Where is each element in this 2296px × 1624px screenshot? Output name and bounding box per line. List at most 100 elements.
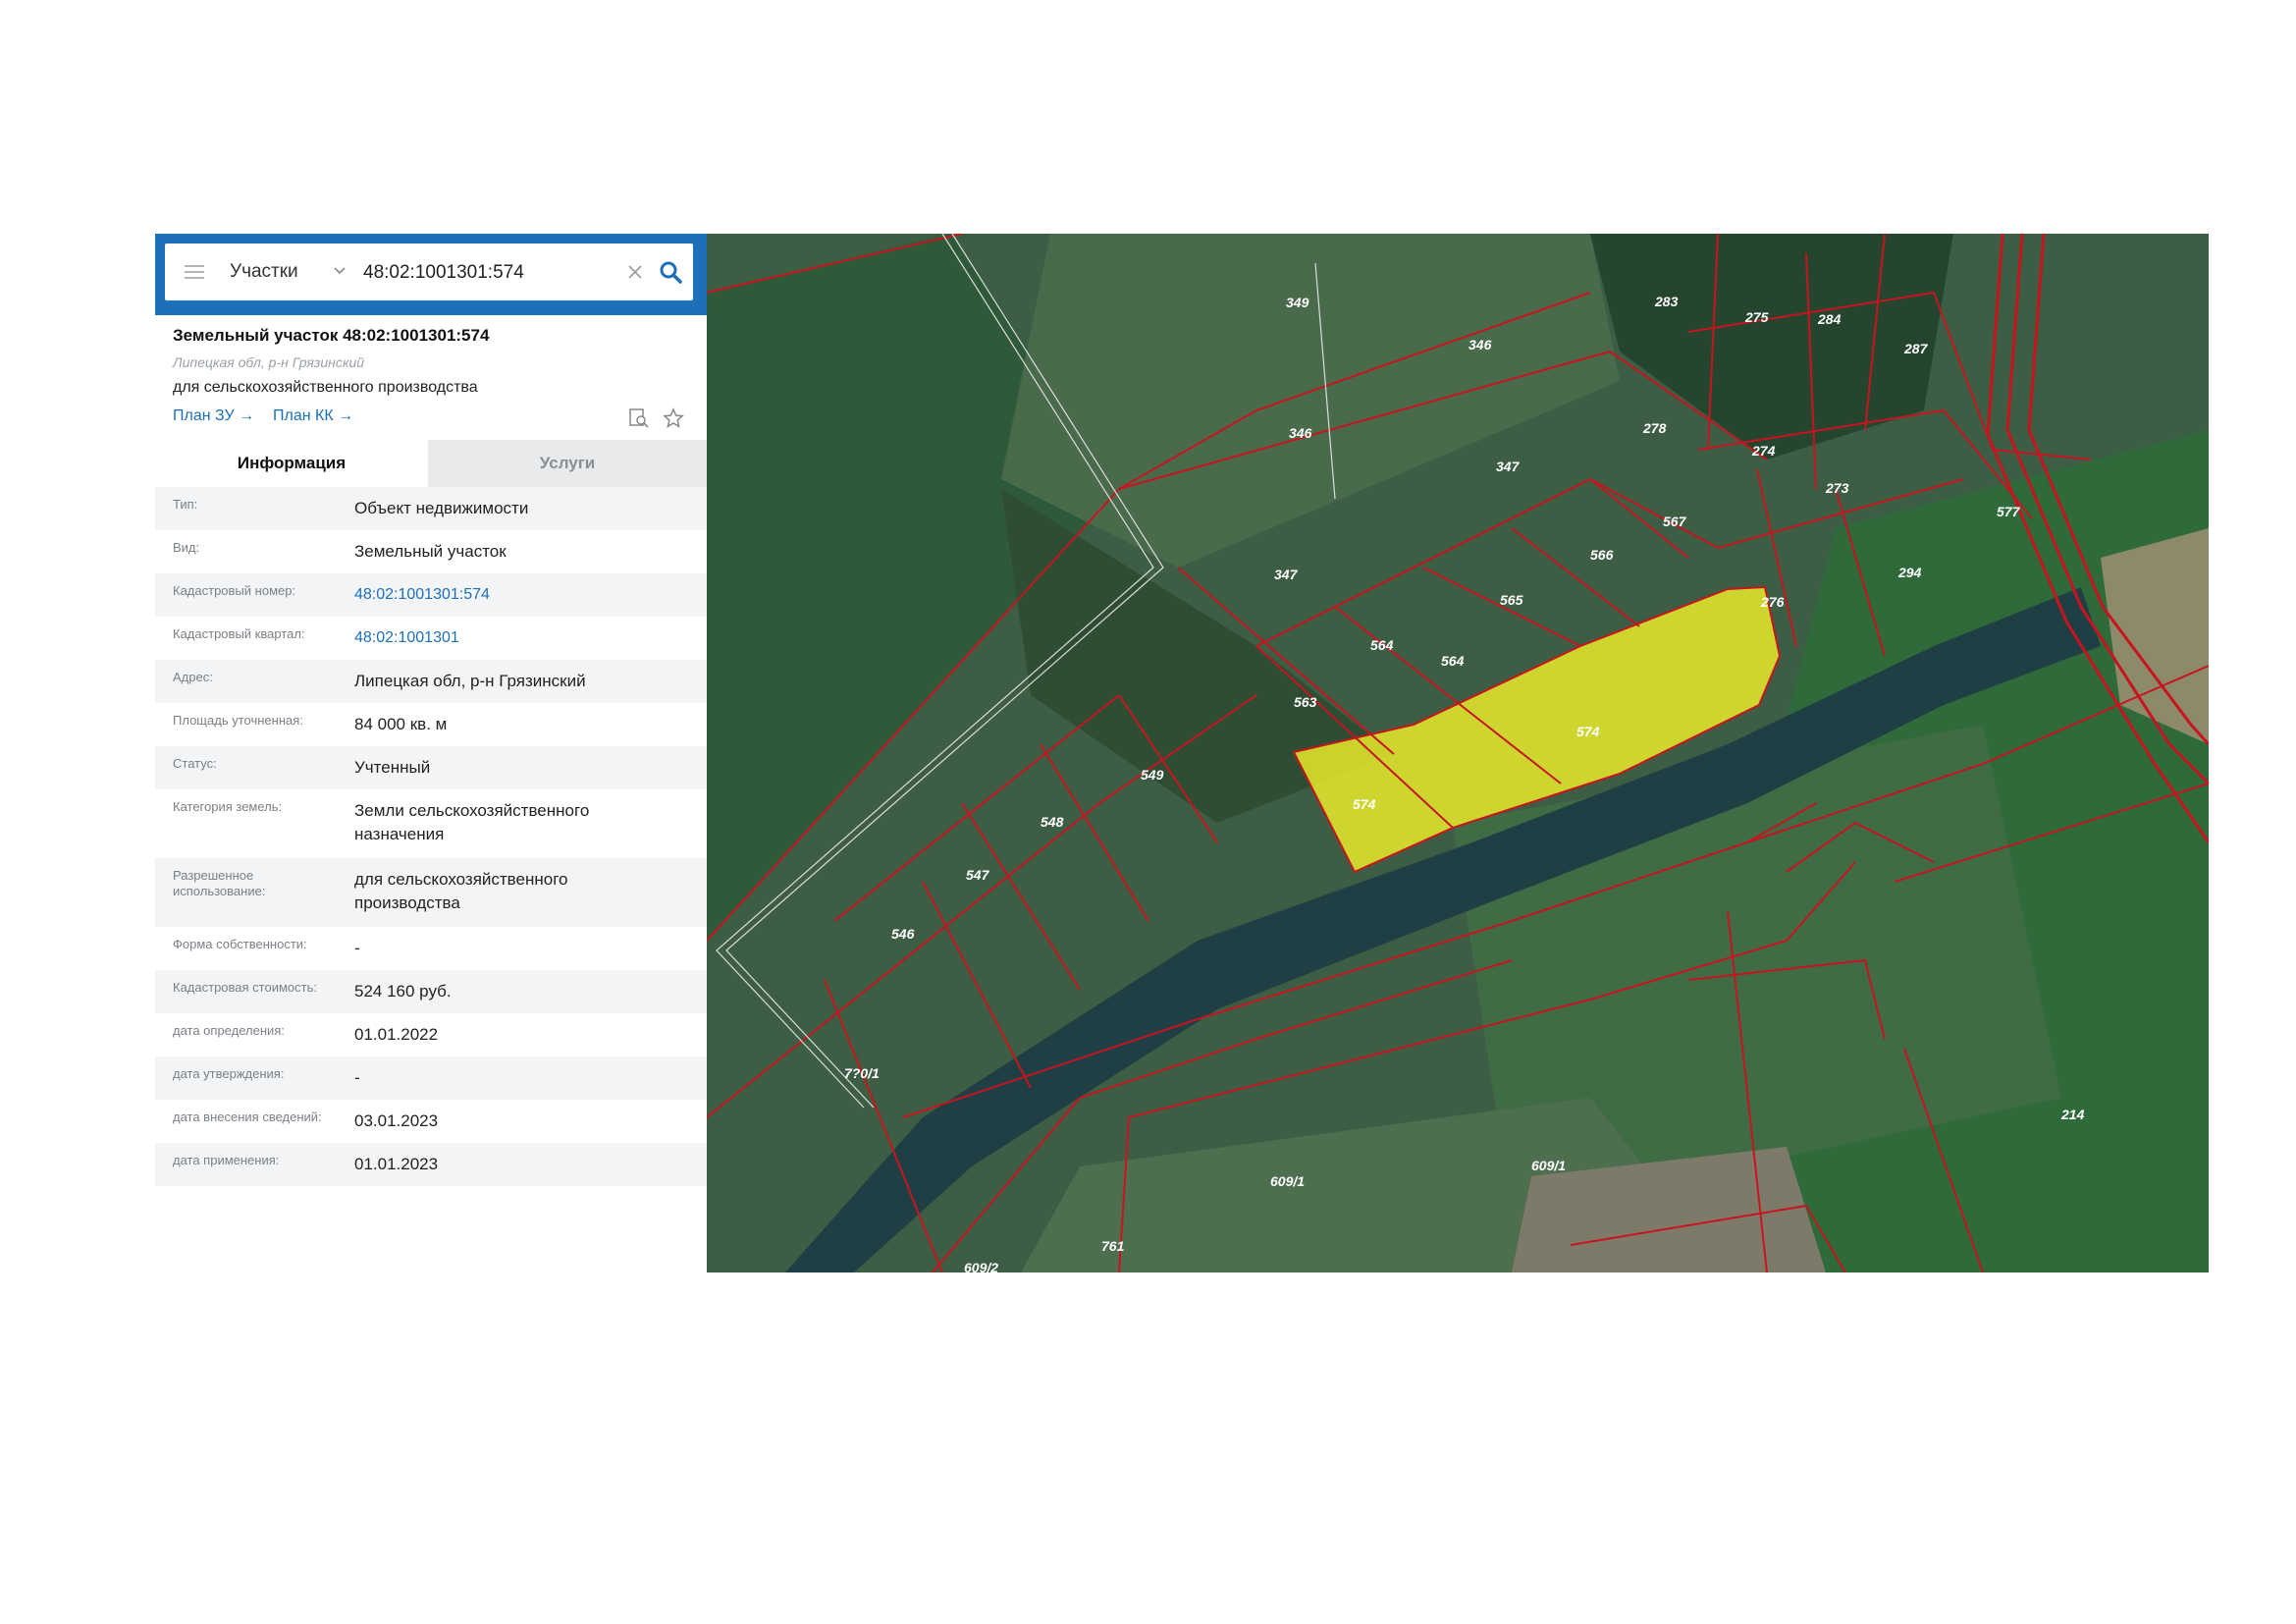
parcel-label: 609/2 <box>964 1260 998 1272</box>
info-value: - <box>354 1068 360 1087</box>
info-value: Объект недвижимости <box>354 499 529 517</box>
info-label: Адрес: <box>173 670 213 684</box>
object-title: Земельный участок 48:02:1001301:574 <box>173 326 490 345</box>
parcel-label: 347 <box>1496 459 1521 474</box>
parcel-label: 214 <box>2060 1107 2085 1122</box>
info-value: Учтенный <box>354 758 431 777</box>
info-label: Форма собственности: <box>173 937 307 951</box>
info-label: Категория земель: <box>173 799 283 814</box>
parcel-label: 547 <box>966 867 990 883</box>
info-value: Земельный участок <box>354 542 507 561</box>
search-icon[interactable] <box>659 260 682 284</box>
tab-info[interactable]: Информация <box>155 440 428 487</box>
info-row-cadastral-quarter: Кадастровый квартал: 48:02:1001301 <box>155 617 707 660</box>
search-input[interactable] <box>361 257 611 289</box>
info-label: Статус: <box>173 756 217 771</box>
info-label: Тип: <box>173 497 198 512</box>
info-panel: Участки Земельный участок 48:02:1001301:… <box>155 234 726 1272</box>
parcel-label: 564 <box>1441 653 1465 669</box>
zoom-to-object-icon[interactable] <box>628 407 650 429</box>
search-bar: Участки <box>155 234 726 315</box>
info-row-land-category: Категория земель: Земли сельскохозяйствен… <box>155 789 707 858</box>
info-row-permitted-use: Разрешенное использование: для сельскохоз… <box>155 858 707 927</box>
info-row-date-entered: дата внесения сведений: 03.01.2023 <box>155 1100 707 1143</box>
search-box: Участки <box>165 244 693 300</box>
plan-zu-link[interactable]: План ЗУ → <box>173 407 254 425</box>
tabs: Информация Услуги <box>155 440 707 487</box>
info-table: Тип: Объект недвижимости Вид: Земельный уч… <box>155 487 707 1186</box>
info-row-area: Площадь уточненная: 84 000 кв. м <box>155 703 707 746</box>
parcel-label: 276 <box>1760 594 1785 610</box>
info-row-ownership: Форма собственности: - <box>155 927 707 970</box>
parcel-label: 347 <box>1274 567 1299 582</box>
info-value: 84 000 кв. м <box>354 715 448 733</box>
info-row-address: Адрес: Липецкая обл, р-н Грязинский <box>155 660 707 703</box>
info-value: - <box>354 939 360 957</box>
menu-icon[interactable] <box>185 265 204 279</box>
info-label: дата определения: <box>173 1023 285 1038</box>
info-label: дата применения: <box>173 1153 280 1167</box>
parcel-label: 346 <box>1468 337 1492 352</box>
info-row-date-determined: дата определения: 01.01.2022 <box>155 1013 707 1056</box>
info-value: 01.01.2023 <box>354 1155 439 1173</box>
parcel-label: 609/1 <box>1531 1158 1566 1173</box>
cadastral-quarter-link[interactable]: 48:02:1001301 <box>354 626 678 650</box>
info-label: Вид: <box>173 540 200 555</box>
parcel-label: 761 <box>1101 1238 1125 1254</box>
parcel-label: 566 <box>1590 547 1614 563</box>
info-label: Площадь уточненная: <box>173 713 303 728</box>
object-use: для сельскохозяйственного производства <box>173 379 478 396</box>
info-value: Земли сельскохозяйственного назначения <box>354 801 590 843</box>
parcel-label: 564 <box>1370 637 1394 653</box>
parcel-label: 274 <box>1751 443 1776 459</box>
plan-kk-link[interactable]: План КК → <box>273 407 353 425</box>
parcel-label: 567 <box>1663 514 1687 529</box>
info-row-cadastral-number: Кадастровый номер: 48:02:1001301:574 <box>155 573 707 617</box>
info-label: Кадастровый квартал: <box>173 626 305 641</box>
parcel-label: 548 <box>1041 814 1064 830</box>
parcel-label: 565 <box>1500 592 1523 608</box>
parcel-label: 577 <box>1997 504 2021 519</box>
info-row-cadastral-value: Кадастровая стоимость: 524 160 руб. <box>155 970 707 1013</box>
satellite-map[interactable]: 349 346 283 275 284 287 346 278 274 347 … <box>707 234 2209 1272</box>
info-row-kind: Вид: Земельный участок <box>155 530 707 573</box>
parcel-label: 287 <box>1903 341 1929 356</box>
parcel-label: 7?0/1 <box>844 1065 880 1081</box>
info-label: Кадастровый номер: <box>173 583 296 598</box>
close-icon[interactable] <box>626 263 644 281</box>
parcel-label: 273 <box>1825 480 1849 496</box>
layer-select[interactable]: Участки <box>230 261 298 283</box>
parcel-label: 609/1 <box>1270 1173 1305 1189</box>
info-value: для сельскохозяйственного производства <box>354 870 568 912</box>
object-address: Липецкая обл, р-н Грязинский <box>173 354 365 370</box>
cadastral-map-app: Участки Земельный участок 48:02:1001301:… <box>155 234 2209 1272</box>
parcel-label: 284 <box>1817 311 1842 327</box>
info-label: Кадастровая стоимость: <box>173 980 317 995</box>
info-value: 03.01.2023 <box>354 1111 439 1130</box>
info-row-status: Статус: Учтенный <box>155 746 707 789</box>
star-icon[interactable] <box>663 407 684 429</box>
info-value: Липецкая обл, р-н Грязинский <box>354 672 586 690</box>
info-row-date-approved: дата утверждения: - <box>155 1056 707 1100</box>
parcel-label: 283 <box>1654 294 1679 309</box>
parcel-label: 349 <box>1286 295 1309 310</box>
tab-services[interactable]: Услуги <box>428 440 707 487</box>
info-value: 01.01.2022 <box>354 1025 439 1044</box>
parcel-label: 275 <box>1744 309 1769 325</box>
info-label: дата внесения сведений: <box>173 1110 322 1124</box>
cadastral-number-link[interactable]: 48:02:1001301:574 <box>354 583 678 607</box>
parcel-label: 549 <box>1141 767 1164 783</box>
info-label: дата утверждения: <box>173 1066 285 1081</box>
parcel-label: 546 <box>891 926 915 942</box>
parcel-label: 278 <box>1642 420 1667 436</box>
info-row-type: Тип: Объект недвижимости <box>155 487 707 530</box>
info-value: 524 160 руб. <box>354 982 452 1001</box>
info-label: Разрешенное использование: <box>173 868 266 898</box>
parcel-label: 574 <box>1353 796 1376 812</box>
chevron-down-icon[interactable] <box>332 263 347 279</box>
parcel-label: 563 <box>1294 694 1317 710</box>
info-row-date-applied: дата применения: 01.01.2023 <box>155 1143 707 1186</box>
parcel-label: 574 <box>1576 724 1600 739</box>
parcel-label: 346 <box>1289 425 1312 441</box>
parcel-label: 294 <box>1897 565 1922 580</box>
